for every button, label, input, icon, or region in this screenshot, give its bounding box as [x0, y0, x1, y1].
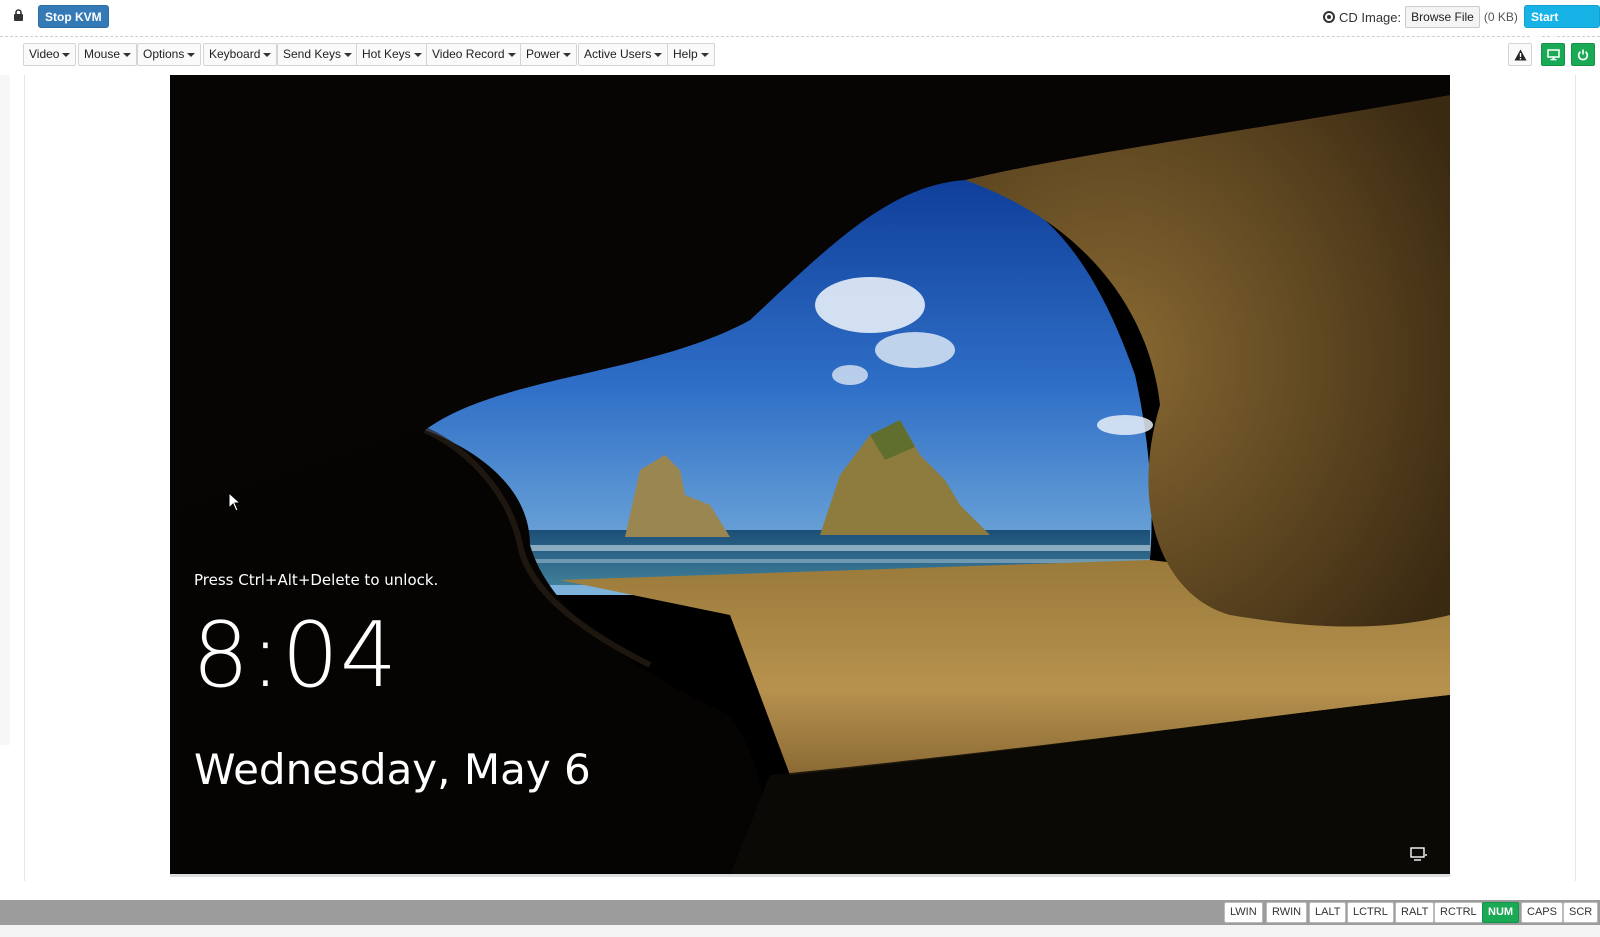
remote-screen[interactable]: Press Ctrl+Alt+Delete to unlock. 8:04 We… [170, 75, 1450, 877]
menu-help-label: Help [673, 47, 698, 61]
chevron-down-icon [263, 52, 272, 57]
lockscreen-time: 8:04 [192, 603, 399, 708]
key-num[interactable]: NUM [1482, 902, 1520, 923]
key-scr[interactable]: SCR [1563, 902, 1599, 923]
keyboard-status-bar: LWIN RWIN LALT LCTRL RALT RCTRL NUM CAPS… [0, 900, 1600, 925]
menu-power[interactable]: Power [520, 43, 578, 66]
key-lctrl[interactable]: LCTRL [1347, 902, 1394, 923]
top-bar: Stop KVM CD Image: Browse File (0 KB) St… [0, 0, 1600, 47]
bottom-strip [0, 925, 1600, 937]
power-button[interactable] [1571, 43, 1595, 66]
key-rctrl[interactable]: RCTRL [1434, 902, 1483, 923]
cd-image-label: CD Image: [1339, 9, 1402, 25]
power-icon [1577, 49, 1589, 60]
menu-power-label: Power [526, 47, 561, 61]
menu-mouse-label: Mouse [84, 47, 121, 61]
left-gutter [0, 75, 10, 745]
network-icon [1410, 847, 1427, 861]
menu-active-users[interactable]: Active Users [578, 43, 669, 66]
menu-send-keys-label: Send Keys [283, 47, 342, 61]
menu-help[interactable]: Help [667, 43, 715, 66]
key-caps[interactable]: CAPS [1521, 902, 1563, 923]
stop-kvm-button[interactable]: Stop KVM [38, 5, 109, 28]
key-ralt[interactable]: RALT [1395, 902, 1435, 923]
chevron-down-icon [563, 52, 572, 57]
start-media-button[interactable]: Start Media [1524, 5, 1600, 47]
chevron-down-icon [62, 52, 71, 57]
menu-video[interactable]: Video [23, 43, 77, 66]
chevron-down-icon [413, 52, 422, 57]
lockscreen-date: Wednesday, May 6 [194, 745, 591, 794]
menu-options-label: Options [143, 47, 185, 61]
chevron-down-icon [700, 52, 709, 57]
menu-hot-keys-label: Hot Keys [362, 47, 411, 61]
menu-active-users-label: Active Users [584, 47, 652, 61]
cd-image-size: (0 KB) [1483, 10, 1518, 24]
chevron-down-icon [654, 52, 663, 57]
menu-video-record[interactable]: Video Record [426, 43, 522, 66]
menu-video-record-label: Video Record [432, 47, 505, 61]
menu-video-label: Video [29, 47, 60, 61]
key-lwin[interactable]: LWIN [1224, 902, 1263, 923]
lock-icon [14, 9, 23, 21]
menu-hot-keys[interactable]: Hot Keys [356, 43, 428, 66]
chevron-down-icon [187, 52, 196, 57]
kvm-toolbar: Video Mouse Options Keyboard Send Keys H… [0, 40, 1600, 70]
display-button[interactable] [1541, 43, 1565, 66]
menu-keyboard[interactable]: Keyboard [203, 43, 278, 66]
cursor-icon [228, 492, 242, 512]
key-rwin[interactable]: RWIN [1266, 902, 1308, 923]
warning-button[interactable] [1508, 43, 1532, 66]
browse-file-button[interactable]: Browse File [1405, 6, 1480, 28]
monitor-icon [1546, 48, 1560, 60]
menu-keyboard-label: Keyboard [209, 47, 261, 61]
unlock-hint: Press Ctrl+Alt+Delete to unlock. [194, 571, 439, 589]
menu-mouse[interactable]: Mouse [78, 43, 138, 66]
cd-icon [1323, 11, 1335, 23]
chevron-down-icon [507, 52, 516, 57]
chevron-down-icon [344, 52, 353, 57]
menu-send-keys[interactable]: Send Keys [277, 43, 359, 66]
menu-options[interactable]: Options [137, 43, 202, 66]
warning-icon [1514, 49, 1526, 60]
key-lalt[interactable]: LALT [1309, 902, 1347, 923]
cd-image-group: CD Image: Browse File (0 KB) [1323, 6, 1518, 28]
chevron-down-icon [123, 52, 132, 57]
